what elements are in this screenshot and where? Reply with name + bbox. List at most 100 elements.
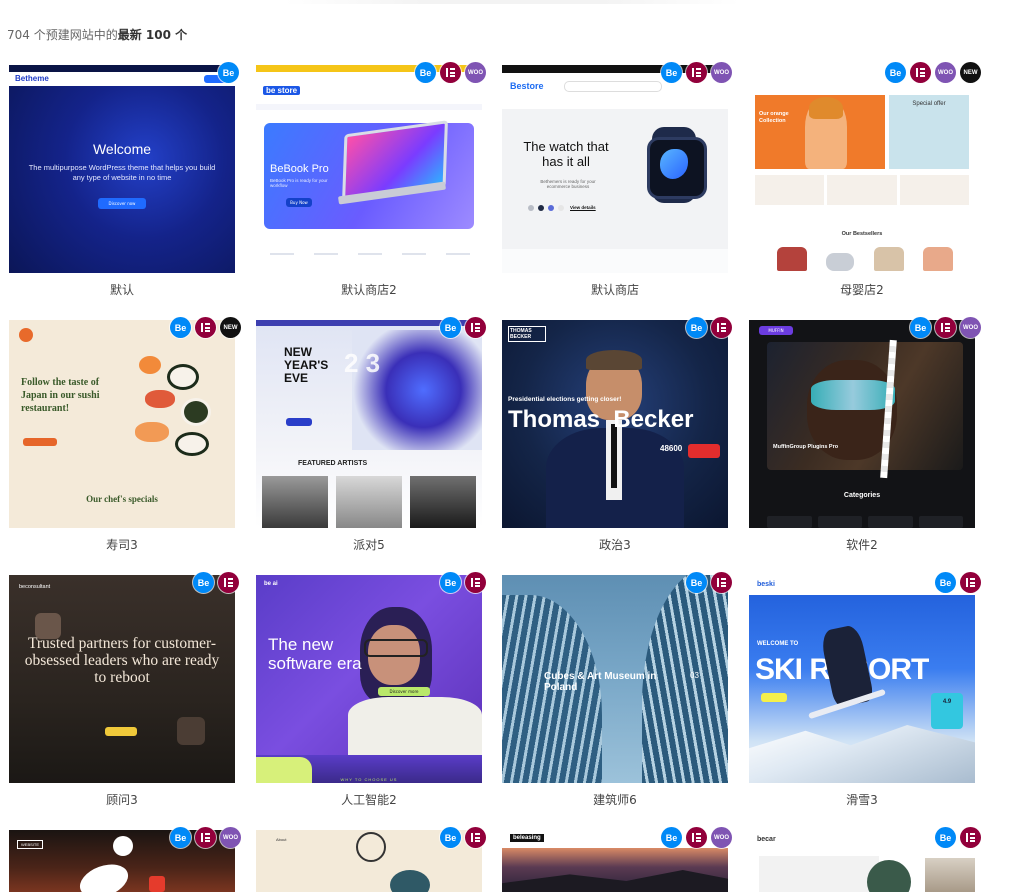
template-card-politics-3[interactable]: Be THOMAS BECKER Presidential elections … [502,317,732,552]
elementor-badge-icon [195,317,216,338]
betheme-badge-icon: Be [415,62,436,83]
thumb-headline: Cubes & Art Museum in Poland [544,671,657,693]
betheme-badge-icon: Be [440,317,461,338]
thumb-cta [23,438,57,446]
woocommerce-badge-icon: WOO [935,62,956,83]
badge-group: Be WOO NEW [885,62,981,83]
thumb-headline: The watch that has it all [523,139,609,169]
thumb-subtext: BeBook Pro is ready for your workflow [270,178,328,188]
elementor-badge-icon [465,317,486,338]
badge-group: Be WOO [661,62,732,83]
thumb-headline: Thomas Becker [508,406,694,433]
thumb-headline: Welcome [92,141,152,157]
elementor-badge-icon [935,317,956,338]
woocommerce-badge-icon: WOO [711,827,732,848]
template-caption: 派对5 [353,538,385,552]
badge-group: Be WOO [170,827,241,848]
template-card-default[interactable]: Be Betheme Welcome The multipurpose Word… [9,62,239,297]
template-card-party-5[interactable]: Be NEW YEAR'S EVE 2 3 FEATURED ARTISTS 派… [256,317,486,552]
elementor-badge-icon [711,317,732,338]
badge-group: Be [440,572,486,593]
badge-group: Be [935,572,981,593]
template-caption: 默认 [109,283,134,297]
template-thumbnail[interactable]: Bestore The watch that has it all Bethem… [502,65,728,273]
template-card-sushi-3[interactable]: Be NEW Follow the taste of Japan in our … [9,317,241,552]
template-thumbnail[interactable]: be ai The new software era Discover more… [256,575,482,783]
template-thumbnail[interactable]: Our orange Collection Special offer Our … [749,65,975,273]
template-thumbnail[interactable]: THOMAS BECKER Presidential elections get… [502,320,728,528]
summary-prefix: 704 个预建网站中的 [7,28,118,42]
thumb-logo: Betheme [15,74,49,83]
template-caption: 寿司3 [106,538,138,552]
thumb-cta: View details [570,205,596,210]
thumb-subtext: Special offer [912,101,946,107]
betheme-badge-icon: Be [910,317,931,338]
thumb-headline: Our orange Collection [759,111,789,124]
template-card-baby-shop-2[interactable]: Be WOO NEW Our orange Collection Special… [749,62,981,297]
template-thumbnail[interactable]: MUFFIN MuffinGroup Plugins Pro Categorie… [749,320,975,528]
template-thumbnail[interactable]: Cubes & Art Museum in Poland 03 [502,575,728,783]
thumb-logo: Bestore [510,81,544,91]
template-thumbnail[interactable]: NEW YEAR'S EVE 2 3 FEATURED ARTISTS [256,320,482,528]
betheme-badge-icon: Be [440,827,461,848]
woocommerce-badge-icon: WOO [711,62,732,83]
template-card-row4-2[interactable]: Be About [256,827,486,892]
thumb-logo: be store [263,86,301,95]
template-card-row4-1[interactable]: Be WOO WEBSITE [9,827,241,892]
betheme-badge-icon: Be [661,62,682,83]
template-card-ski-3[interactable]: Be beski WELCOME TO SKI RESORT 4.9 滑雪3 [749,572,981,807]
template-card-ai-2[interactable]: Be be ai The new software era Discover m… [256,572,486,807]
elementor-badge-icon [960,572,981,593]
betheme-badge-icon: Be [686,572,707,593]
thumb-logo: beski [757,581,775,588]
badge-group: Be WOO [910,317,981,338]
thumb-logo: MUFFIN [759,326,793,335]
thumb-logo: be ai [264,581,278,587]
thumb-number: 03 [690,671,699,680]
template-card-software-2[interactable]: Be WOO MUFFIN MuffinGroup Plugins Pro Ca… [749,317,981,552]
badge-group: Be NEW [170,317,241,338]
badge-group: Be [440,827,486,848]
betheme-badge-icon: Be [885,62,906,83]
thumb-number: 4.9 [942,699,952,705]
thumb-cta [761,693,787,702]
template-thumbnail[interactable]: beski WELCOME TO SKI RESORT 4.9 [749,575,975,783]
template-card-default-shop[interactable]: Be WOO Bestore The watch that has it all… [502,62,732,297]
template-caption: 默认商店 [590,283,639,297]
template-card-row4-4[interactable]: Be becar [749,827,981,892]
badge-group: Be [686,572,732,593]
template-caption: 建筑师6 [593,793,637,807]
template-card-row4-3[interactable]: Be WOO beleasing [502,827,732,892]
thumb-cta [286,418,312,426]
thumb-logo: beconsultant [19,584,51,590]
thumb-headline: BeBook Pro [270,163,329,175]
summary-highlight: 最新 100 个 [117,28,188,42]
thumb-bottom-title: Our Bestsellers [841,231,883,237]
template-caption: 滑雪3 [846,793,878,807]
elementor-badge-icon [465,572,486,593]
elementor-badge-icon [960,827,981,848]
thumb-bottom-title: Categories [843,492,881,499]
template-thumbnail[interactable]: Follow the taste of Japan in our sushi r… [9,320,235,528]
badge-group: Be [440,317,486,338]
template-caption: 软件2 [846,538,878,552]
thumb-tagline: Presidential elections getting closer! [508,396,622,403]
thumb-subtext: The multipurpose WordPress theme that he… [28,163,216,182]
badge-group: Be WOO [415,62,486,83]
badge-group: Be [686,317,732,338]
template-caption: 顾问3 [106,793,138,807]
badge-group: Be WOO [661,827,732,848]
template-card-default-shop-2[interactable]: Be WOO be store BeBook Pro BeBook Pro is… [256,62,486,297]
template-thumbnail[interactable]: beconsultant Trusted partners for custom… [9,575,235,783]
thumb-cta: Discover more [378,687,430,696]
thumb-logo: About [276,837,287,842]
template-thumbnail[interactable]: Betheme Welcome The multipurpose WordPre… [9,65,235,273]
template-card-architect-6[interactable]: Be Cubes & Art Museum in Poland 03 建筑师6 [502,572,732,807]
thumb-logo: WEBSITE [17,840,44,849]
thumb-cta: Buy Now [286,198,312,207]
woocommerce-badge-icon: WOO [960,317,981,338]
template-thumbnail[interactable]: be store BeBook Pro BeBook Pro is ready … [256,65,482,273]
template-card-consultant-3[interactable]: Be beconsultant Trusted partners for cus… [9,572,239,807]
template-caption: 政治3 [599,538,631,552]
badge-group: Be [193,572,239,593]
